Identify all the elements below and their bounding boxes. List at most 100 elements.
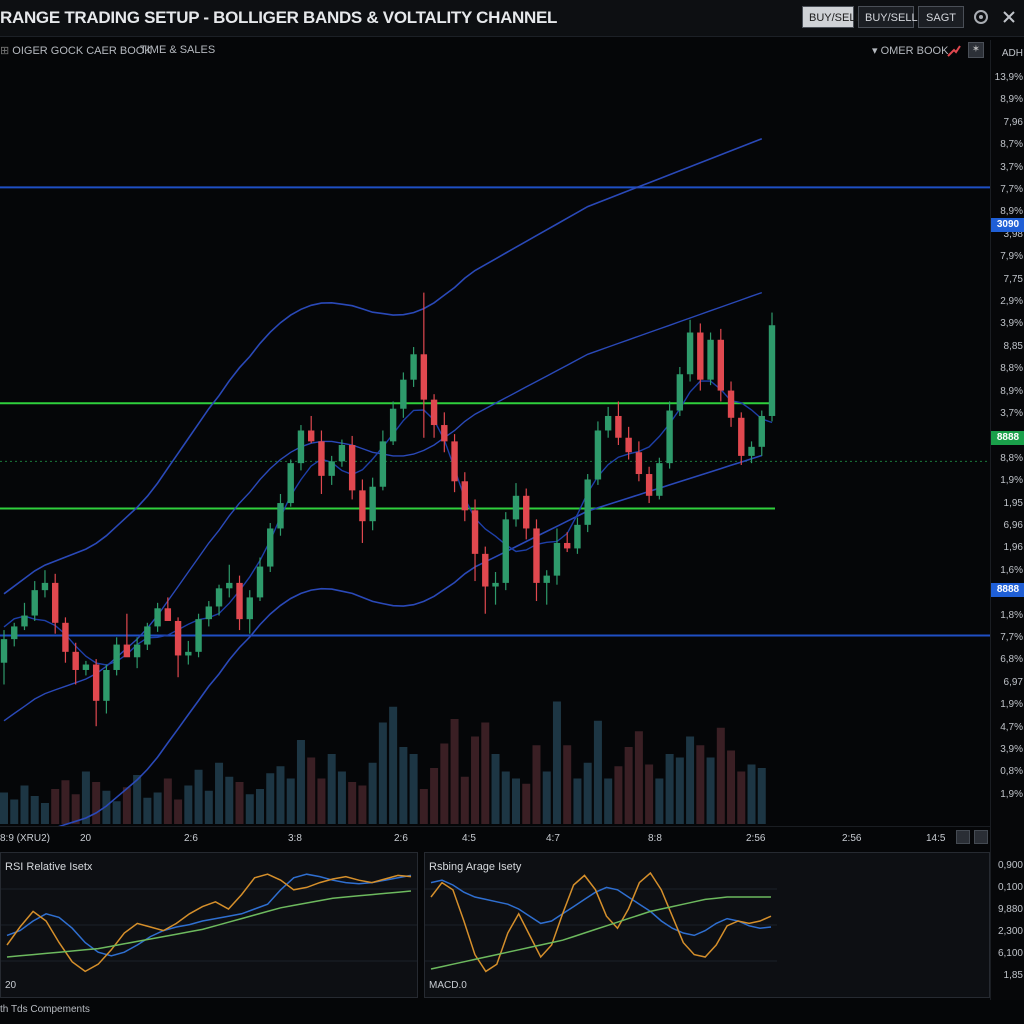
candle-body xyxy=(379,441,387,487)
volume-bar xyxy=(389,706,398,824)
volume-bar xyxy=(450,719,459,824)
price-chart-svg[interactable] xyxy=(0,64,990,826)
sagt-button[interactable]: SAGT xyxy=(918,6,964,28)
buy-sell-button-2[interactable]: BUY/SELL xyxy=(858,6,918,28)
volume-bar xyxy=(583,762,592,824)
volume-bar xyxy=(276,766,285,824)
volume-bar xyxy=(51,789,60,824)
macd-pane[interactable]: Rsbing Arage Isety MACD.0 xyxy=(424,852,990,998)
volume-bar xyxy=(645,764,654,824)
price-axis-label: 8,9% xyxy=(1000,206,1023,218)
time-axis-label: 4:5 xyxy=(462,833,476,844)
candle-body xyxy=(144,626,151,645)
volume-bar xyxy=(337,771,346,824)
candle xyxy=(533,519,540,602)
indicator-axis-label: 0,100 xyxy=(997,882,1023,893)
tab-order-book[interactable]: ⊞ OIGER GOCK CAER BOOK xyxy=(0,44,152,57)
candle-body xyxy=(369,486,376,522)
volume-bar xyxy=(20,785,29,824)
volume-bar xyxy=(92,782,101,824)
candle-body xyxy=(686,332,694,375)
candle-body xyxy=(246,597,253,620)
candle xyxy=(676,366,684,416)
price-axis-label: 1,9% xyxy=(1000,788,1023,800)
price-axis-label: 6,8% xyxy=(1000,654,1023,666)
candle xyxy=(348,435,356,500)
candle-body xyxy=(543,575,550,583)
candle xyxy=(369,477,376,531)
candle-body xyxy=(482,553,489,587)
candle-body xyxy=(727,390,735,418)
candle-body xyxy=(666,410,673,464)
candle xyxy=(195,613,202,658)
macd-pane-foot: MACD.0 xyxy=(429,980,467,991)
volume-bar xyxy=(757,768,766,824)
title-bar: RANGE TRADING SETUP - BOLLIGER BANDS & V… xyxy=(0,0,1024,37)
price-axis-header: ADH xyxy=(1001,48,1023,59)
candle xyxy=(164,597,172,621)
volume-bar xyxy=(563,745,572,824)
rsi-pane[interactable]: RSI Relative Isetx 20 xyxy=(0,852,418,998)
candle-body xyxy=(113,644,120,670)
candle-body xyxy=(215,588,223,607)
refresh-icon[interactable] xyxy=(972,8,990,26)
candle-body xyxy=(697,332,704,380)
candle xyxy=(236,575,243,631)
time-axis-label: 2:56 xyxy=(746,833,766,844)
price-axis-label: 1,8% xyxy=(1000,609,1023,621)
candle-body xyxy=(533,528,540,583)
rsi-pane-foot: 20 xyxy=(5,980,17,991)
candle-body xyxy=(420,354,428,400)
settings-icon[interactable]: ✶ xyxy=(968,42,984,58)
candle-body xyxy=(297,430,305,464)
candle xyxy=(553,528,561,585)
close-icon[interactable] xyxy=(1000,8,1018,26)
indicator-axis-label: 9,880 xyxy=(997,904,1023,915)
candle-body xyxy=(738,417,745,456)
zoom-out-button[interactable] xyxy=(956,830,970,844)
candle xyxy=(410,347,417,387)
candle-body xyxy=(82,664,90,670)
panel-tab-bar: ⊞ OIGER GOCK CAER BOOK TIME & SALES ▾ OM… xyxy=(0,38,990,64)
volume-bar xyxy=(460,776,469,824)
volume-bar xyxy=(30,796,39,824)
candle-body xyxy=(645,474,653,496)
main-chart[interactable] xyxy=(0,64,990,826)
candle xyxy=(656,457,663,500)
zoom-reset-button[interactable] xyxy=(974,830,988,844)
volume-bar xyxy=(532,745,541,824)
candle xyxy=(174,617,182,678)
price-axis-label: 3,9% xyxy=(1000,744,1023,755)
candle xyxy=(246,590,253,634)
price-marker: 8888 xyxy=(991,583,1024,597)
volume-bar xyxy=(706,757,715,824)
volume-bar xyxy=(727,750,736,824)
volume-bar xyxy=(266,773,275,824)
candle-body xyxy=(574,524,581,549)
candle-body xyxy=(338,445,346,462)
volume-bar xyxy=(225,776,234,824)
time-axis-label: 2:6 xyxy=(394,833,408,844)
candle-body xyxy=(318,441,325,476)
macd-chart xyxy=(425,871,777,973)
candle-body xyxy=(717,339,724,391)
time-axis-label: 8:8 xyxy=(648,833,662,844)
volume-bar xyxy=(256,789,264,824)
tab-order-book-label: OIGER GOCK CAER BOOK xyxy=(12,45,152,57)
candle-body xyxy=(359,490,366,522)
buy-sell-button-1[interactable]: BUY/SELL xyxy=(802,6,862,28)
price-axis-label: 7,7% xyxy=(1000,632,1023,643)
candle xyxy=(389,401,397,445)
candle xyxy=(461,472,468,522)
candle-body xyxy=(768,325,776,416)
indicator-axis-label: 6,100 xyxy=(997,948,1023,959)
tab-time-sales[interactable]: TIME & SALES xyxy=(140,44,215,56)
order-book-dropdown[interactable]: ▾ OMER BOOK xyxy=(872,44,948,57)
candle-body xyxy=(512,495,520,520)
candle-body xyxy=(185,651,192,656)
volume-bar xyxy=(481,722,490,824)
candle xyxy=(574,517,581,554)
draw-tool-icon[interactable] xyxy=(946,44,962,58)
volume-bar xyxy=(430,768,439,824)
candle-body xyxy=(195,619,202,652)
